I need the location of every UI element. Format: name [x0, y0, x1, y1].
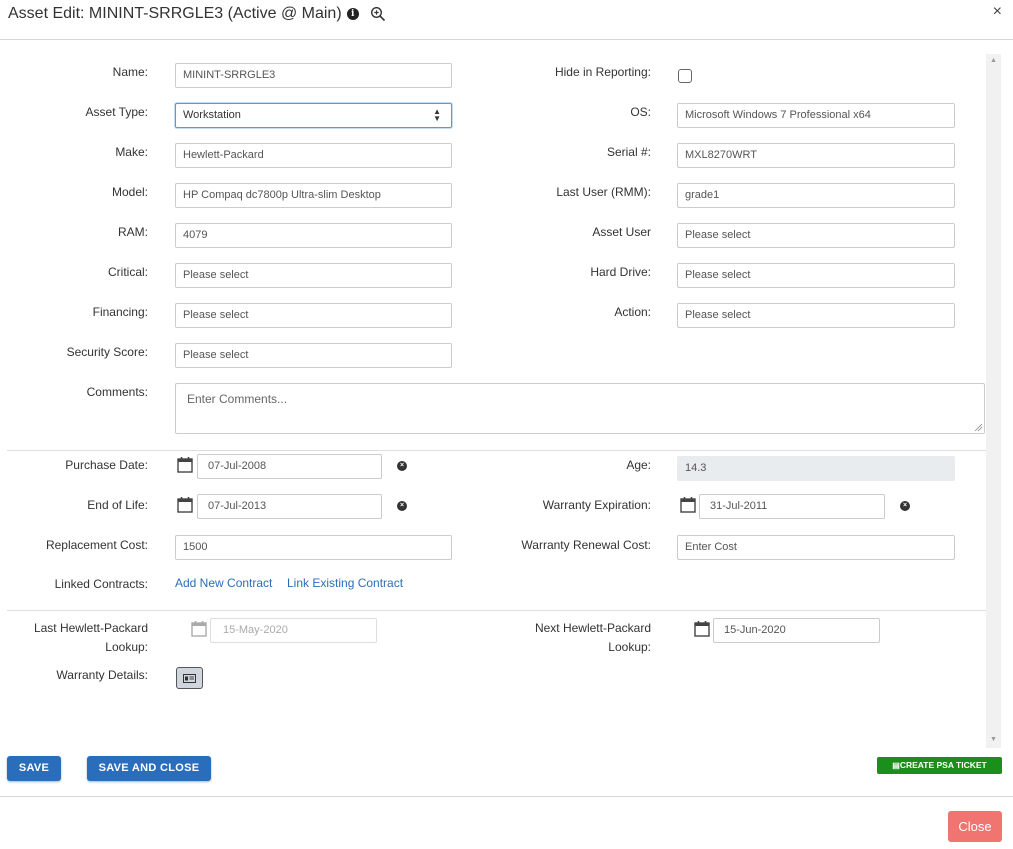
warranty-renewal-cost-label: Warranty Renewal Cost: — [521, 538, 651, 552]
asset-user-label: Asset User — [592, 225, 651, 239]
clear-end-of-life-icon[interactable]: × — [397, 501, 407, 511]
calendar-icon[interactable] — [680, 496, 696, 513]
info-icon[interactable]: i — [346, 8, 359, 20]
close-icon[interactable]: × — [993, 3, 1002, 21]
name-input[interactable]: MININT-SRRGLE3 — [175, 63, 452, 88]
next-lookup-label: Next Hewlett-Packard Lookup: — [470, 619, 651, 657]
replacement-cost-input[interactable]: 1500 — [175, 535, 452, 560]
zoom-in-icon[interactable] — [370, 6, 386, 22]
make-label: Make: — [115, 145, 148, 159]
hard-drive-label: Hard Drive: — [590, 265, 651, 279]
model-input[interactable]: HP Compaq dc7800p Ultra-slim Desktop — [175, 183, 452, 208]
age-label: Age: — [626, 458, 651, 472]
warranty-details-label: Warranty Details: — [56, 668, 148, 682]
warranty-details-button[interactable] — [176, 667, 203, 689]
scroll-down-arrow-icon[interactable]: ▼ — [986, 734, 1001, 746]
asset-type-label: Asset Type: — [85, 105, 148, 119]
create-psa-ticket-button[interactable]: ▤CREATE PSA TICKET — [877, 757, 1002, 774]
linked-contracts-label: Linked Contracts: — [54, 577, 148, 591]
security-score-label: Security Score: — [66, 345, 148, 359]
modal-footer: SAVE SAVE AND CLOSE ▤CREATE PSA TICKET — [0, 752, 1013, 797]
section-divider — [7, 450, 986, 451]
select-arrows-icon: ▲ ▼ — [433, 107, 441, 123]
model-label: Model: — [111, 185, 148, 199]
end-of-life-input[interactable]: 07-Jul-2013 — [197, 494, 382, 519]
add-new-contract-link[interactable]: Add New Contract — [175, 576, 272, 590]
ram-input[interactable]: 4079 — [175, 223, 452, 248]
comments-placeholder: Enter Comments... — [187, 392, 288, 406]
comments-label: Comments: — [86, 385, 148, 399]
scroll-up-arrow-icon[interactable]: ▲ — [986, 55, 1001, 67]
comments-textarea[interactable]: Enter Comments... — [175, 383, 985, 434]
id-card-icon — [183, 674, 196, 683]
purchase-date-label: Purchase Date: — [65, 458, 148, 472]
link-existing-contract-link[interactable]: Link Existing Contract — [287, 576, 403, 590]
save-and-close-button[interactable]: SAVE AND CLOSE — [87, 756, 211, 781]
clear-purchase-date-icon[interactable]: × — [397, 461, 407, 471]
security-score-select[interactable]: Please select — [175, 343, 452, 368]
create-psa-ticket-label: CREATE PSA TICKET — [899, 760, 987, 770]
resize-grip-icon[interactable] — [974, 423, 982, 431]
last-user-input[interactable]: grade1 — [677, 183, 955, 208]
scrollbar[interactable] — [986, 54, 1001, 748]
calendar-icon[interactable] — [177, 496, 193, 513]
critical-select[interactable]: Please select — [175, 263, 452, 288]
next-lookup-input[interactable]: 15-Jun-2020 — [713, 618, 880, 643]
warranty-expiration-input[interactable]: 31-Jul-2011 — [699, 494, 885, 519]
hard-drive-select[interactable]: Please select — [677, 263, 955, 288]
end-of-life-label: End of Life: — [87, 498, 148, 512]
modal-header: Asset Edit: MININT-SRRGLE3 (Active @ Mai… — [0, 0, 1013, 40]
os-input[interactable]: Microsoft Windows 7 Professional x64 — [677, 103, 955, 128]
ticket-icon: ▤ — [892, 761, 900, 770]
modal-title: Asset Edit: MININT-SRRGLE3 (Active @ Mai… — [8, 5, 386, 23]
ram-label: RAM: — [118, 225, 148, 239]
modal-body: ▲ ▼ Name: MININT-SRRGLE3 Hide in Reporti… — [0, 40, 1013, 752]
close-button[interactable]: Close — [948, 811, 1002, 842]
last-user-label: Last User (RMM): — [556, 185, 651, 199]
section-divider — [7, 610, 986, 611]
last-lookup-label: Last Hewlett-Packard Lookup: — [10, 619, 148, 657]
modal-title-text: Asset Edit: MININT-SRRGLE3 (Active @ Mai… — [8, 5, 342, 22]
serial-label: Serial #: — [606, 145, 651, 159]
purchase-date-input[interactable]: 07-Jul-2008 — [197, 454, 382, 479]
warranty-expiration-label: Warranty Expiration: — [542, 498, 651, 512]
name-label: Name: — [112, 65, 148, 79]
hide-in-reporting-checkbox[interactable] — [678, 69, 692, 83]
warranty-renewal-cost-input[interactable]: Enter Cost — [677, 535, 955, 560]
critical-label: Critical: — [107, 265, 148, 279]
calendar-icon[interactable] — [177, 456, 193, 473]
next-lookup-label-line1: Next Hewlett-Packard — [534, 621, 651, 635]
last-lookup-label-line1: Last Hewlett-Packard — [33, 621, 148, 635]
calendar-icon — [191, 621, 207, 637]
asset-user-select[interactable]: Please select — [677, 223, 955, 248]
last-lookup-input: 15-May-2020 — [210, 618, 377, 643]
action-select[interactable]: Please select — [677, 303, 955, 328]
last-lookup-label-line2: Lookup: — [105, 640, 148, 654]
asset-type-select[interactable]: Workstation ▲ ▼ — [175, 103, 452, 128]
age-input: 14.3 — [677, 456, 955, 481]
financing-label: Financing: — [92, 305, 148, 319]
action-label: Action: — [614, 305, 651, 319]
hide-in-reporting-label: Hide in Reporting: — [554, 65, 651, 79]
make-input[interactable]: Hewlett-Packard — [175, 143, 452, 168]
financing-select[interactable]: Please select — [175, 303, 452, 328]
save-button[interactable]: SAVE — [7, 756, 61, 781]
serial-input[interactable]: MXL8270WRT — [677, 143, 955, 168]
clear-warranty-expiration-icon[interactable]: × — [900, 501, 910, 511]
replacement-cost-label: Replacement Cost: — [45, 538, 148, 552]
os-label: OS: — [630, 105, 651, 119]
next-lookup-label-line2: Lookup: — [608, 640, 651, 654]
asset-type-value: Workstation — [183, 109, 241, 121]
calendar-icon[interactable] — [694, 620, 710, 637]
